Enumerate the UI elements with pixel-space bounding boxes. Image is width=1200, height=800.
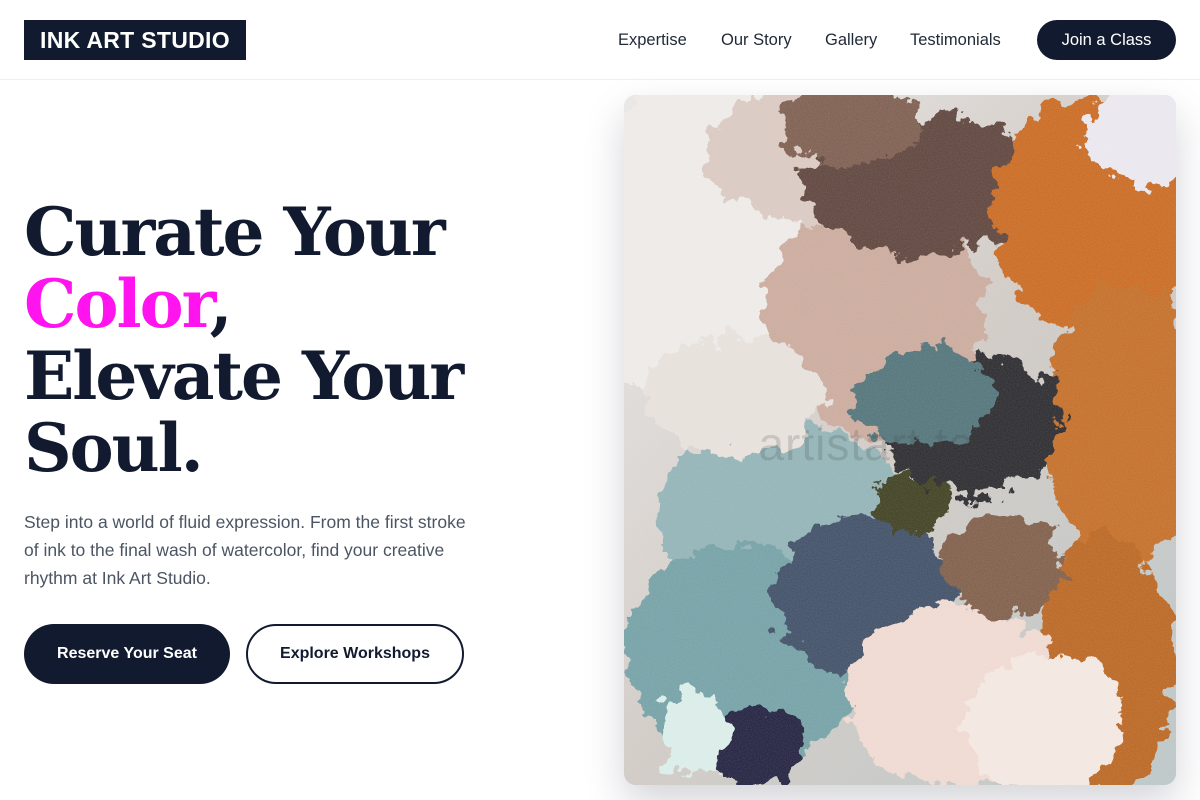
site-header: INK ART STUDIO Expertise Our Story Galle… [0,0,1200,80]
hero-headline: Curate Your Color, Elevate Your Soul. [24,196,584,484]
nav-link-expertise[interactable]: Expertise [618,28,687,52]
join-class-button[interactable]: Join a Class [1037,20,1176,60]
reserve-seat-button[interactable]: Reserve Your Seat [24,624,230,684]
headline-line-1: Curate Your [24,193,446,271]
headline-line-4: Soul. [24,409,204,487]
nav-link-testimonials[interactable]: Testimonials [910,28,1001,52]
hero-description: Step into a world of fluid expression. F… [24,512,466,588]
explore-workshops-button[interactable]: Explore Workshops [246,624,464,684]
headline-line-3: Elevate Your [24,337,464,415]
logo[interactable]: INK ART STUDIO [24,20,246,60]
hero-painting-image: artistart.tokyo [624,95,1176,785]
headline-accent-suffix: , [209,265,233,343]
nav-link-gallery[interactable]: Gallery [825,28,877,52]
headline-accent-word: Color [24,265,212,343]
nav-link-our-story[interactable]: Our Story [721,28,792,52]
image-watermark: artistart.tokyo [758,418,1050,470]
